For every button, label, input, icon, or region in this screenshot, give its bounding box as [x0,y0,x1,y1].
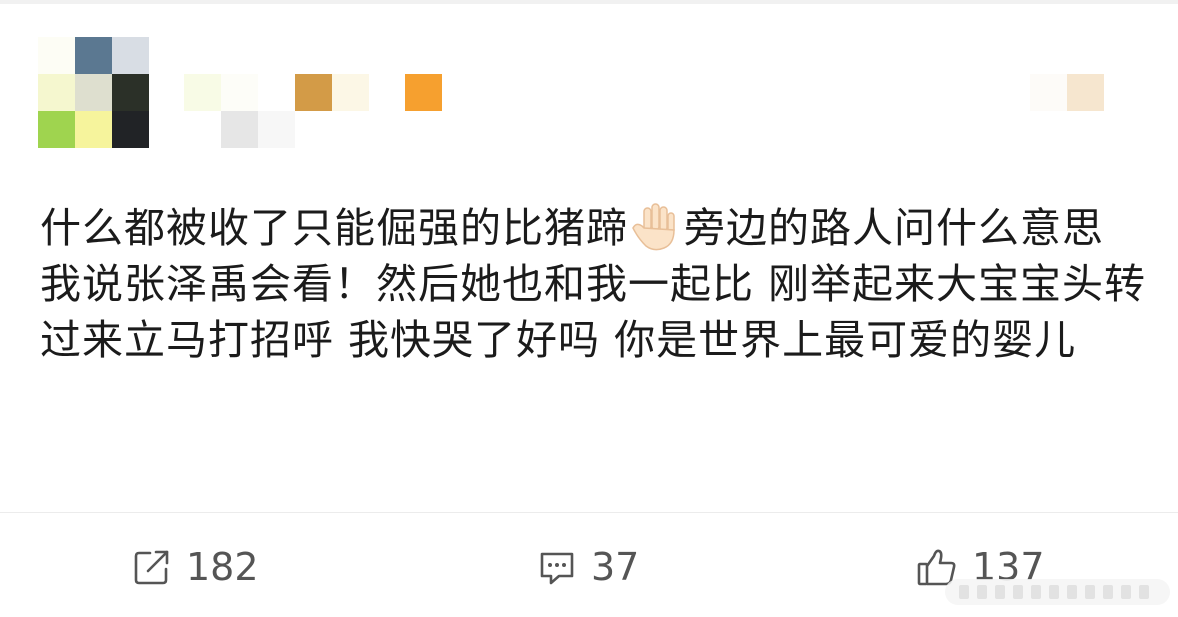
top-separator [0,0,1178,4]
repost-count: 182 [186,545,259,589]
post-text: 什么都被收了只能倔强的比猪蹄 旁边的路人问什么意思 我说张泽禹会看！然后她也和我一… [40,200,1150,368]
repost-button[interactable]: 182 [132,545,259,589]
share-out-icon [134,550,169,585]
raised-hand-icon [628,202,684,252]
comment-button[interactable]: 37 [537,545,639,589]
comment-bubble-icon [540,552,574,585]
comment-count: 37 [591,545,640,589]
post-text-part-1: 什么都被收了只能倔强的比猪蹄 [40,204,628,252]
avatar[interactable] [38,37,149,148]
watermark-logo [945,579,1170,605]
weibo-post-card: 什么都被收了只能倔强的比猪蹄 旁边的路人问什么意思 我说张泽禹会看！然后她也和我一… [0,0,1178,617]
